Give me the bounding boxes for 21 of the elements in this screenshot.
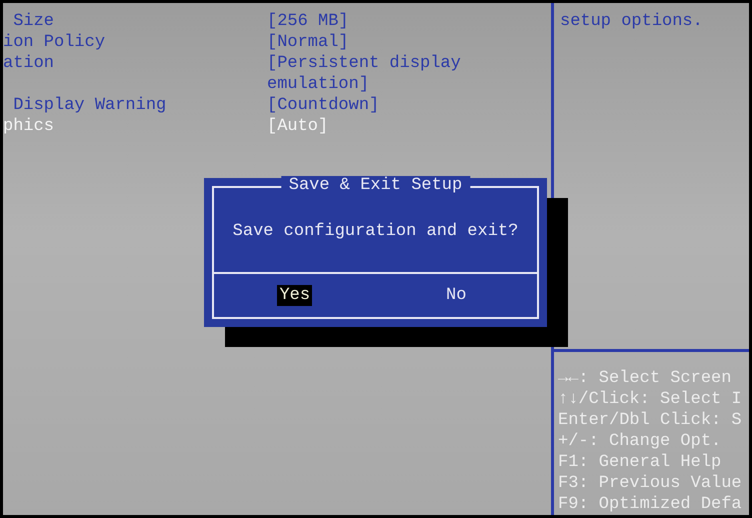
key-hint: →←: Select Screen [558, 368, 732, 389]
dialog-message: Save configuration and exit? [232, 221, 520, 243]
setting-value[interactable]: [Normal] [267, 32, 487, 53]
key-hint: +/-: Change Opt. [558, 431, 722, 452]
key-hint: F1: General Help [558, 452, 722, 473]
setting-value[interactable]: [Countdown] [267, 95, 487, 116]
setting-label[interactable]: ion Policy [3, 32, 267, 53]
key-hint: Enter/Dbl Click: S [558, 410, 743, 431]
setting-value[interactable]: [Auto] [267, 116, 487, 137]
key-hint: F3: Previous Value [558, 473, 743, 494]
dialog-option[interactable]: Yes [277, 285, 312, 306]
setting-label[interactable]: ation [3, 53, 267, 95]
help-text: setup options. [559, 11, 704, 33]
setting-value[interactable]: [256 MB] [267, 11, 487, 32]
key-hint: F9: Optimized Defa [558, 494, 743, 515]
dialog-option[interactable]: No [444, 285, 468, 306]
key-hint: ↑↓/Click: Select I [558, 389, 743, 410]
setting-label[interactable]: phics [3, 116, 267, 137]
setting-label[interactable]: Display Warning [3, 95, 267, 116]
setting-label[interactable]: Size [3, 11, 267, 32]
setting-value[interactable]: [Persistent display emulation] [267, 53, 487, 95]
